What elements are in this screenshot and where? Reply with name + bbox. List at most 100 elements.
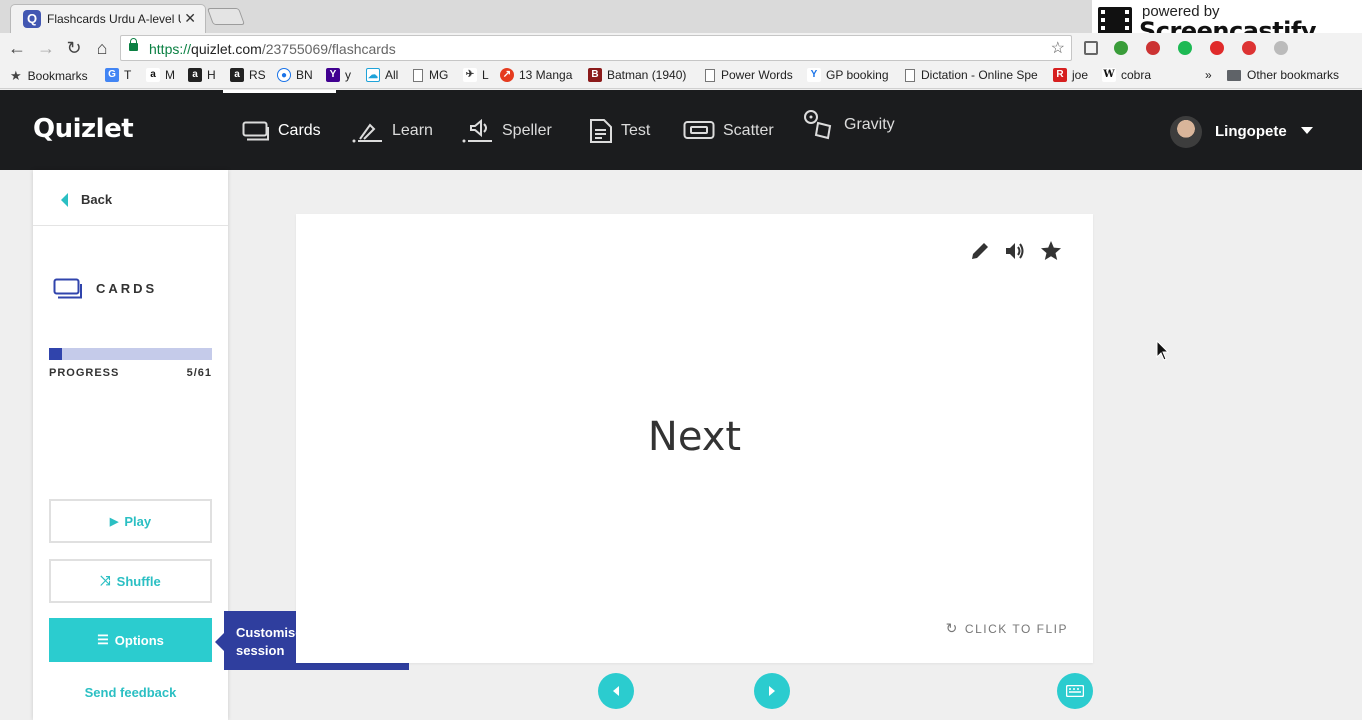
forward-arrow-icon[interactable]: → — [35, 37, 57, 59]
edit-pencil-icon[interactable] — [968, 239, 992, 263]
chevron-left-icon — [61, 192, 68, 207]
bookmark-item[interactable]: Power Words — [705, 68, 793, 82]
send-feedback-link[interactable]: Send feedback — [49, 685, 212, 700]
bookmark-label: » — [1205, 68, 1212, 82]
play-label: Play — [124, 513, 152, 529]
bookmark-item[interactable]: Dictation - Online Spe — [905, 68, 1043, 82]
bookmark-item[interactable]: GT — [105, 68, 131, 82]
bookmark-item[interactable]: Yy — [326, 68, 351, 82]
bookmark-label: y — [345, 68, 351, 82]
extension-icons — [1080, 39, 1362, 59]
mode-label: Learn — [392, 122, 433, 139]
section-title: CARDS — [96, 281, 158, 296]
mouse-cursor-icon — [1156, 340, 1170, 361]
bookmark-item[interactable]: ✈ L — [463, 68, 489, 82]
quizlet-logo[interactable]: Quizlet — [33, 114, 134, 144]
progress-label: PROGRESS — [49, 367, 120, 379]
folder-icon — [1227, 69, 1241, 81]
mode-speller[interactable]: Speller — [462, 118, 552, 144]
bookmark-label: T — [124, 68, 132, 82]
flashcard[interactable]: Next ↻ CLICK TO FLIP — [296, 214, 1093, 663]
bookmark-label: joe — [1072, 68, 1089, 82]
bookmark-label: MG — [429, 68, 449, 82]
divider — [33, 225, 228, 226]
progress-count: 5/61 — [186, 367, 212, 379]
page-icon — [413, 68, 423, 82]
chevron-left-icon — [613, 686, 619, 696]
yahoo-icon: Y — [326, 68, 340, 82]
bookmark-item[interactable]: ☁ All — [366, 68, 398, 82]
bookmark-label: M — [165, 68, 175, 82]
next-card-button[interactable] — [754, 673, 790, 709]
bookmark-item[interactable]: B Batman (1940) — [588, 68, 686, 82]
progress-bar — [49, 348, 212, 360]
bookmark-label: H — [207, 68, 216, 82]
bookmark-star-icon[interactable]: ☆ — [1051, 38, 1065, 58]
mode-label: Cards — [278, 122, 321, 139]
shuffle-icon: ⤨ — [100, 573, 111, 588]
active-mode-indicator — [223, 90, 336, 93]
mode-gravity[interactable]: Gravity — [802, 110, 895, 140]
speaker-icon[interactable] — [1003, 239, 1027, 263]
click-to-flip-hint[interactable]: ↻ CLICK TO FLIP — [946, 620, 1068, 637]
bookmark-item[interactable]: a RS — [230, 68, 266, 82]
bookmark-item[interactable]: Other bookmarks — [1227, 68, 1339, 82]
bookmark-item[interactable]: Rjoe — [1053, 68, 1088, 82]
bookmark-item[interactable]: ★ Bookmarks — [10, 68, 88, 84]
tick-icon: Y — [807, 68, 821, 82]
card-term: Next — [647, 414, 742, 460]
cast-icon[interactable] — [1084, 41, 1098, 55]
new-tab-button[interactable] — [206, 8, 246, 25]
google-translate-icon: G — [105, 68, 119, 82]
address-bar[interactable]: https://quizlet.com/23755069/flashcards … — [120, 35, 1072, 61]
url-host: quizlet.com — [191, 41, 262, 57]
more-bookmarks-chevron-icon[interactable]: » — [1205, 68, 1212, 82]
bookmark-item[interactable]: aH — [188, 68, 216, 82]
mode-test[interactable]: Test — [589, 118, 650, 144]
bookmark-label: 13 Manga — [519, 68, 573, 82]
bookmark-item[interactable]: aM — [146, 68, 175, 82]
keyboard-icon — [1066, 685, 1084, 697]
cards-icon — [242, 121, 269, 141]
back-arrow-icon[interactable]: ← — [6, 37, 28, 59]
mode-scatter[interactable]: Scatter — [683, 118, 774, 144]
bookmark-item[interactable]: Y GP booking — [807, 68, 889, 82]
bookmark-item[interactable]: ● BN — [277, 68, 313, 82]
browser-tab[interactable]: Q Flashcards Urdu A-level U ✕ — [10, 4, 206, 33]
shuffle-button[interactable]: ⤨ Shuffle — [49, 559, 212, 603]
extension-icon[interactable] — [1242, 41, 1256, 55]
reload-icon[interactable]: ↻ — [63, 37, 85, 59]
keyboard-shortcuts-button[interactable] — [1057, 673, 1093, 709]
bookmark-item[interactable]: ↗ 13 Manga — [500, 68, 572, 82]
home-icon[interactable]: ⌂ — [91, 37, 113, 59]
extension-icon[interactable] — [1114, 41, 1128, 55]
pinterest-icon[interactable] — [1210, 41, 1224, 55]
avatar[interactable] — [1170, 116, 1202, 148]
chevron-down-icon[interactable] — [1301, 127, 1313, 134]
extension-icon[interactable] — [1146, 41, 1160, 55]
bookmark-item[interactable]: Wcobra — [1102, 68, 1151, 82]
options-button[interactable]: ☰ Options — [49, 618, 212, 662]
bookmark-label: Other bookmarks — [1247, 68, 1340, 82]
back-label: Back — [81, 192, 113, 207]
bookmark-label: All — [385, 68, 399, 82]
mode-cards[interactable]: Cards — [242, 118, 321, 144]
close-tab-icon[interactable]: ✕ — [184, 10, 196, 27]
scatter-icon — [683, 121, 715, 139]
bookmark-item[interactable]: MG — [413, 68, 448, 82]
play-button[interactable]: ▶ Play — [49, 499, 212, 543]
star-icon[interactable] — [1039, 239, 1063, 263]
manga-icon: ↗ — [500, 68, 514, 82]
tab-title: Flashcards Urdu A-level U — [47, 12, 181, 26]
mode-learn[interactable]: Learn — [352, 118, 433, 144]
amazon-icon: a — [230, 68, 244, 82]
username[interactable]: Lingopete — [1215, 123, 1287, 140]
previous-card-button[interactable] — [598, 673, 634, 709]
back-button[interactable]: Back — [61, 192, 112, 207]
bird-icon: ✈ — [463, 68, 477, 82]
test-icon — [590, 119, 612, 143]
play-icon: ▶ — [109, 515, 119, 528]
study-sidebar: Back CARDS PROGRESS 5/61 ▶ Play ⤨ Shuffl… — [33, 170, 228, 720]
extension-icon[interactable] — [1178, 41, 1192, 55]
extension-icon[interactable] — [1274, 41, 1288, 55]
